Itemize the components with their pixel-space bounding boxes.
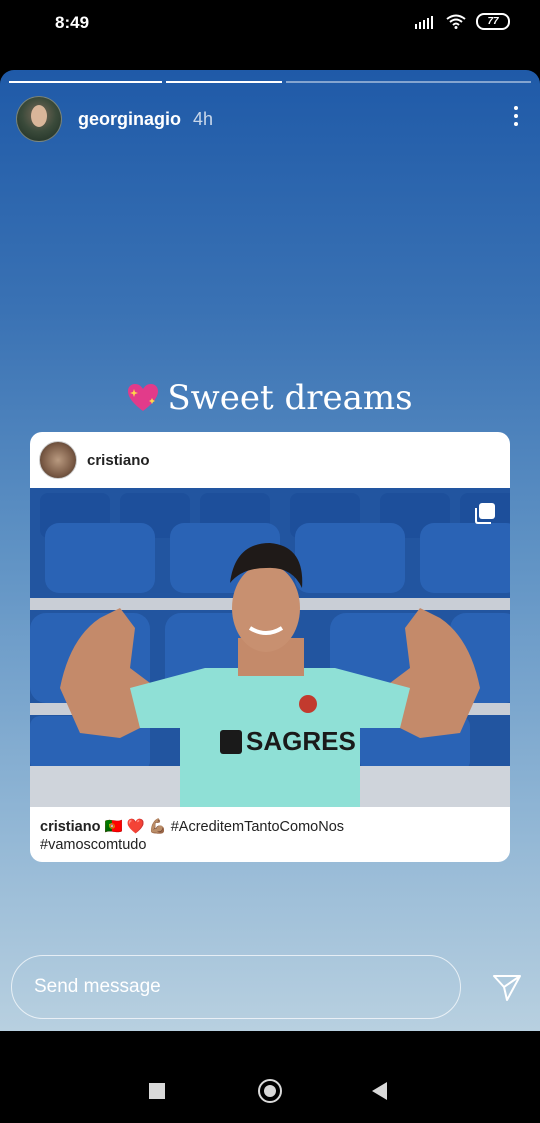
- story-view[interactable]: georginagio 4h Sweet dreams cristiano SA…: [0, 70, 540, 1031]
- status-bar: 8:49 77: [0, 0, 540, 46]
- home-button[interactable]: [258, 1079, 282, 1103]
- shared-post-username: cristiano: [87, 451, 150, 469]
- shared-post-photo[interactable]: SAGRES: [30, 488, 510, 807]
- story-time-ago: 4h: [193, 108, 214, 129]
- recents-button[interactable]: [149, 1083, 165, 1099]
- back-button[interactable]: [372, 1082, 387, 1100]
- story-header: georginagio 4h: [16, 96, 213, 142]
- progress-segment: [285, 81, 532, 83]
- shared-post-card[interactable]: cristiano SAGRES cristiano 🇵🇹 ❤️ 💪🏽 #Acr…: [30, 432, 510, 862]
- caption-emojis: 🇵🇹 ❤️ 💪🏽: [104, 819, 167, 835]
- sparkling-heart-icon: [128, 384, 159, 411]
- progress-segment: [166, 81, 282, 83]
- story-progress: [9, 81, 532, 84]
- caption-username: cristiano: [40, 819, 101, 835]
- shared-post-caption: cristiano 🇵🇹 ❤️ 💪🏽 #AcreditemTantoComoNo…: [40, 818, 500, 854]
- status-icons: 77: [414, 13, 510, 30]
- send-message-input[interactable]: Send message: [11, 955, 461, 1019]
- caption-hashtag[interactable]: #AcreditemTantoComoNos: [171, 819, 344, 835]
- shared-post-avatar: [39, 441, 77, 479]
- reply-bar: Send message: [0, 941, 540, 1031]
- battery-indicator: 77: [476, 13, 510, 30]
- more-options-icon[interactable]: [514, 106, 518, 126]
- send-icon[interactable]: [492, 974, 522, 1002]
- wifi-icon: [446, 14, 466, 29]
- progress-segment: [9, 81, 163, 83]
- caption-hashtag[interactable]: #vamoscomtudo: [40, 837, 146, 853]
- stadium-photo: SAGRES: [30, 488, 510, 807]
- avatar[interactable]: [16, 96, 62, 142]
- story-caption: Sweet dreams: [0, 378, 540, 418]
- status-time: 8:49: [55, 13, 90, 32]
- jersey-text: SAGRES: [246, 726, 356, 756]
- multiple-photos-icon: [475, 503, 495, 524]
- shared-post-header: cristiano: [30, 432, 510, 488]
- story-username[interactable]: georginagio: [78, 109, 181, 130]
- signal-icon: [415, 15, 433, 29]
- caption-text: Sweet dreams: [167, 378, 413, 418]
- navigation-bar: [0, 1031, 540, 1123]
